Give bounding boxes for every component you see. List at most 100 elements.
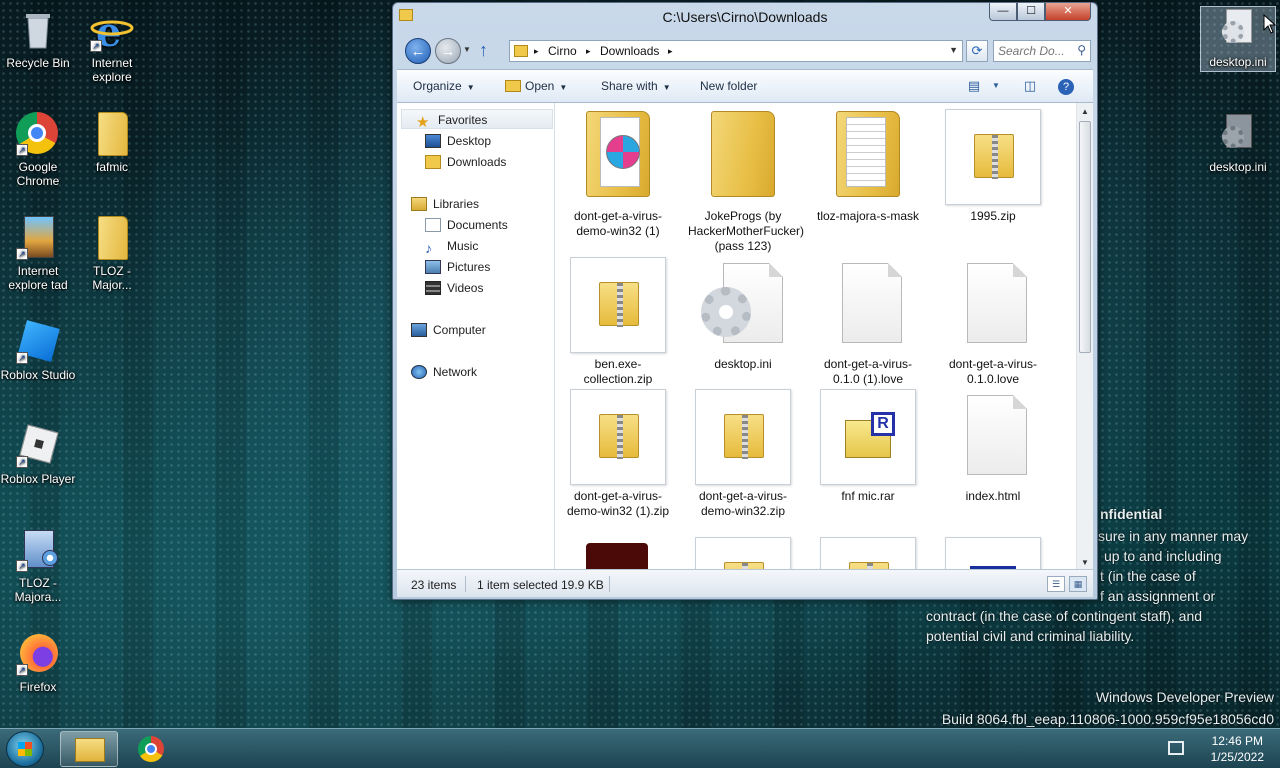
- folder-icon: [75, 738, 105, 762]
- nav-computer[interactable]: Computer: [411, 320, 486, 340]
- taskbar-chrome-button[interactable]: [122, 731, 180, 767]
- open-label: Open: [525, 79, 555, 93]
- file-item-partial[interactable]: [563, 537, 673, 569]
- installer-icon: ↗: [16, 528, 60, 572]
- nav-network[interactable]: Network: [411, 362, 477, 382]
- title-bar[interactable]: C:\Users\Cirno\Downloads — ☐ ✕: [393, 3, 1097, 31]
- refresh-button[interactable]: ⟳: [966, 40, 988, 62]
- back-button[interactable]: ←: [405, 38, 431, 64]
- close-button[interactable]: ✕: [1045, 3, 1091, 21]
- minimize-button[interactable]: —: [989, 3, 1017, 21]
- breadcrumb-separator[interactable]: ▸: [668, 46, 673, 57]
- start-button[interactable]: [6, 731, 44, 767]
- details-view-icon[interactable]: ☰: [1047, 576, 1065, 592]
- file-item[interactable]: dont-get-a-virus-demo-win32.zip: [688, 389, 798, 519]
- clock[interactable]: 12:46 PM 1/25/2022: [1211, 733, 1264, 765]
- nav-favorites[interactable]: ★ Favorites: [401, 109, 553, 130]
- file-name: tloz-majora-s-mask: [816, 209, 919, 223]
- nav-documents[interactable]: Documents: [425, 215, 508, 235]
- open-button[interactable]: Open ▼: [505, 79, 567, 93]
- folder-icon: [90, 216, 134, 260]
- nav-downloads-label: Downloads: [447, 155, 507, 169]
- nav-videos[interactable]: Videos: [425, 278, 483, 298]
- desktop-icon-tloz-major[interactable]: TLOZ - Major...: [74, 216, 150, 292]
- search-input[interactable]: [998, 41, 1076, 61]
- explorer-window[interactable]: C:\Users\Cirno\Downloads — ☐ ✕ ← → ▼ ↑ ▸…: [392, 2, 1098, 600]
- zip-file-icon: [945, 109, 1041, 205]
- file-item-selected[interactable]: desktop.ini: [688, 257, 798, 372]
- desktop-icon-fafmic[interactable]: fafmic: [74, 112, 150, 174]
- file-item[interactable]: index.html: [938, 389, 1048, 504]
- blank-file-icon: [820, 257, 916, 353]
- blank-file-icon: [945, 257, 1041, 353]
- help-icon[interactable]: ?: [1057, 78, 1075, 95]
- vertical-scrollbar[interactable]: ▲ ▼: [1076, 103, 1093, 569]
- desktop-icon-internet-explore-tad[interactable]: ↗ Internet explore tad: [0, 216, 76, 292]
- file-item-partial[interactable]: [938, 537, 1048, 569]
- organize-label: Organize: [413, 79, 462, 93]
- file-item[interactable]: tloz-majora-s-mask: [813, 109, 923, 224]
- file-item[interactable]: dont-get-a-virus-demo-win32 (1).zip: [563, 389, 673, 519]
- desktop-icon-roblox-studio[interactable]: ↗ Roblox Studio: [0, 320, 76, 382]
- status-divider: [609, 576, 610, 592]
- search-box[interactable]: ⚲: [993, 40, 1091, 62]
- taskbar-explorer-button[interactable]: [60, 731, 118, 767]
- desktop-icon-firefox[interactable]: ↗ Firefox: [0, 632, 76, 694]
- desktop-icon-google-chrome[interactable]: ↗ Google Chrome: [0, 112, 76, 188]
- new-folder-button[interactable]: New folder: [700, 79, 757, 93]
- search-icon[interactable]: ⚲: [1077, 43, 1086, 57]
- desktop-icon-tloz-majora-setup[interactable]: ↗ TLOZ - Majora...: [0, 528, 76, 604]
- organize-button[interactable]: Organize ▼: [413, 79, 475, 93]
- nav-pictures[interactable]: Pictures: [425, 257, 490, 277]
- file-item[interactable]: 1995.zip: [938, 109, 1048, 224]
- nav-desktop[interactable]: Desktop: [425, 131, 491, 151]
- nav-music-label: Music: [447, 239, 479, 253]
- file-item[interactable]: ben.exe-collection.zip: [563, 257, 673, 387]
- shortcut-arrow-icon: ↗: [16, 144, 28, 156]
- up-arrow-icon[interactable]: ↑: [479, 40, 488, 61]
- share-with-button[interactable]: Share with ▼: [601, 79, 671, 93]
- file-item-partial[interactable]: [813, 537, 923, 569]
- address-bar[interactable]: ▸ Cirno ▸ Downloads ▸ ▼: [509, 40, 963, 62]
- desktop-icon-roblox-player[interactable]: ↗ Roblox Player: [0, 424, 76, 486]
- zip-graphic: [724, 414, 764, 459]
- address-dropdown-icon[interactable]: ▼: [949, 45, 958, 55]
- desktop-icon-desktop-ini[interactable]: desktop.ini: [1200, 112, 1276, 174]
- large-icons-view-icon[interactable]: ▦: [1069, 576, 1087, 592]
- nav-libraries[interactable]: Libraries: [411, 194, 479, 214]
- breadcrumb-separator[interactable]: ▸: [586, 46, 591, 57]
- file-item[interactable]: dont-get-a-virus-0.1.0.love: [938, 257, 1048, 387]
- disc-icon: [606, 135, 640, 169]
- selection-size: 19.9 KB: [561, 578, 604, 592]
- network-status-icon[interactable]: [1168, 741, 1184, 755]
- view-options-dropdown-icon[interactable]: ▼: [987, 78, 1005, 94]
- breadcrumb-cirno[interactable]: Cirno: [548, 44, 577, 58]
- breadcrumb-separator[interactable]: ▸: [534, 46, 539, 57]
- forward-button[interactable]: →: [435, 38, 461, 64]
- music-icon: ♪: [425, 240, 432, 256]
- desktop-icon-internet-explorer[interactable]: e ↗ Internet explore: [74, 8, 150, 84]
- change-view-icon[interactable]: ▤: [965, 78, 983, 94]
- preview-pane-icon[interactable]: ◫: [1021, 78, 1039, 94]
- file-list: dont-get-a-virus-demo-win32 (1) JokeProg…: [557, 103, 1075, 569]
- desktop-icon-recycle-bin[interactable]: Recycle Bin: [0, 8, 76, 70]
- breadcrumb-downloads[interactable]: Downloads: [600, 44, 659, 58]
- nav-downloads[interactable]: Downloads: [425, 152, 506, 172]
- roblox-player-icon: ↗: [16, 424, 60, 468]
- nav-music[interactable]: ♪ Music: [425, 236, 478, 256]
- file-item[interactable]: R fnf mic.rar: [813, 389, 923, 504]
- shortcut-arrow-icon: ↗: [16, 664, 28, 676]
- file-item[interactable]: dont-get-a-virus-demo-win32 (1): [563, 109, 673, 239]
- documents-icon: [425, 218, 441, 232]
- scroll-down-arrow-icon[interactable]: ▼: [1081, 558, 1089, 567]
- scroll-up-arrow-icon[interactable]: ▲: [1081, 107, 1089, 116]
- blank-file-icon: [945, 389, 1041, 485]
- recent-pages-dropdown-icon[interactable]: ▼: [463, 45, 471, 54]
- file-name: 1995.zip: [970, 209, 1016, 223]
- file-item-partial[interactable]: [688, 537, 798, 569]
- file-item[interactable]: JokeProgs (by HackerMotherFucker) (pass …: [688, 109, 804, 254]
- taskbar: 12:46 PM 1/25/2022: [0, 728, 1280, 768]
- maximize-button[interactable]: ☐: [1017, 3, 1045, 21]
- scrollbar-thumb[interactable]: [1079, 121, 1091, 353]
- file-item[interactable]: dont-get-a-virus-0.1.0 (1).love: [813, 257, 923, 387]
